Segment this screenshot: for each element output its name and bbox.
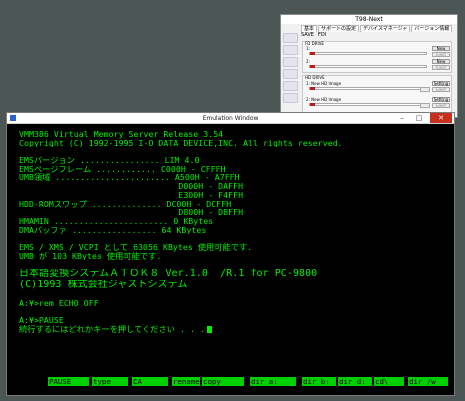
function-key-f3[interactable]: CA bbox=[132, 377, 168, 386]
terminal-line: HDD-ROMスワップ .............. DC00H - DCFFH bbox=[19, 199, 232, 209]
fd-1-new-button[interactable]: New bbox=[432, 46, 450, 51]
command-rem-line: A:¥>rem ECHO OFF bbox=[19, 298, 99, 308]
maximize-button[interactable]: □ bbox=[411, 113, 427, 123]
tab-basic[interactable]: 基本 bbox=[301, 25, 318, 32]
emulation-title: Emulation Window bbox=[202, 115, 259, 122]
tab-device-manager[interactable]: デバイスマネージャ bbox=[360, 25, 411, 32]
fd-drive-group: FD DRIVE 1: New Eject 2: New Eject bbox=[302, 41, 452, 73]
hd-2-setting-button[interactable]: Setting bbox=[432, 97, 450, 102]
hd-2-small-button[interactable] bbox=[420, 103, 430, 108]
terminal-line: UMB が 103 KBytes 使用可能です. bbox=[19, 251, 162, 261]
function-key-f5[interactable]: copy bbox=[202, 377, 244, 386]
terminal-line: Copyright (C) 1992-1995 I-O DATA DEVICE,… bbox=[19, 138, 343, 148]
sidebar-icon-3[interactable] bbox=[283, 57, 298, 67]
subtab-save[interactable]: SAVE bbox=[301, 32, 314, 38]
hd-1-path[interactable] bbox=[309, 87, 427, 90]
t98-title: T98-Next bbox=[281, 15, 457, 24]
fd-1-label: 1: bbox=[306, 46, 310, 51]
close-button[interactable]: ✕ bbox=[430, 113, 452, 123]
sidebar-icon-1[interactable] bbox=[283, 33, 298, 43]
hd-1-label: 1: New HD Image bbox=[306, 81, 342, 86]
fd-1-path[interactable] bbox=[309, 52, 427, 55]
terminal-line: EMSページフレーム ............ C000H - CFFFH bbox=[19, 164, 226, 174]
atok-banner-2: (C)1993 株式会社ジャストシステム bbox=[19, 279, 188, 290]
tab-version[interactable]: バージョン情報 bbox=[411, 25, 453, 32]
terminal-line: D000H - DAFFH bbox=[19, 182, 244, 191]
terminal-line: EMSバージョン ................ LIM 4.0 bbox=[19, 156, 200, 165]
function-key-f9[interactable]: cd\ bbox=[374, 377, 404, 386]
text-cursor bbox=[206, 325, 212, 333]
function-key-f2[interactable]: type bbox=[92, 377, 128, 386]
terminal-line: DMAバッファ ................. 64 KBytes bbox=[19, 225, 207, 235]
terminal-lines: VMM386 Virtual Memory Server Release 3.5… bbox=[19, 130, 449, 269]
t98-sidebar bbox=[283, 33, 300, 105]
fd-row-2: 2: New Eject bbox=[306, 59, 450, 70]
minimize-button[interactable]: – bbox=[394, 113, 410, 123]
hd-2-path[interactable] bbox=[309, 103, 427, 106]
t98-next-window: T98-Next 基本 サポートの設定 デバイスマネージャ バージョン情報 SA… bbox=[280, 14, 458, 118]
hd-1-eject-button[interactable]: Eject bbox=[432, 87, 450, 92]
fd-2-eject-button[interactable]: Eject bbox=[432, 65, 450, 70]
hd-2-label: 2: New HD Image bbox=[306, 97, 342, 102]
atok-banner-1: 日本語変換システムＡＴＯＫ８ Ver.1.0 /R.1 for PC-9800 bbox=[19, 269, 318, 279]
terminal-line: UMB領域 ....................... A500H - A7… bbox=[19, 173, 240, 183]
hd-row-1: 1: New HD Image Setting Eject bbox=[306, 81, 450, 92]
pause-prompt-text: 続行するにはどれかキーを押してください . . . bbox=[19, 324, 205, 334]
function-key-f6[interactable]: dir a: bbox=[250, 377, 296, 386]
terminal-line: HMAMIN ....................... 0 KBytes bbox=[19, 216, 214, 226]
fd-2-label: 2: bbox=[306, 59, 310, 64]
sidebar-icon-6[interactable] bbox=[283, 93, 298, 103]
fd-2-path[interactable] bbox=[309, 65, 427, 68]
hd-1-small-button[interactable] bbox=[420, 87, 430, 92]
emulation-titlebar[interactable]: Emulation Window – □ ✕ bbox=[7, 113, 454, 124]
tab-support[interactable]: サポートの設定 bbox=[318, 25, 360, 32]
sidebar-icon-5[interactable] bbox=[283, 81, 298, 91]
terminal-line: VMM386 Virtual Memory Server Release 3.5… bbox=[19, 130, 224, 139]
function-key-f8[interactable]: dir d: bbox=[338, 377, 372, 386]
t98-subtabs: SAVE FDI bbox=[301, 32, 330, 38]
hd-row-2: 2: New HD Image Setting Eject bbox=[306, 97, 450, 108]
subtab-fdi[interactable]: FDI bbox=[318, 32, 326, 38]
function-key-bar: PAUSE type CA rename copy dir a: dir b: dir d: c… bbox=[19, 377, 449, 386]
sidebar-icon-4[interactable] bbox=[283, 69, 298, 79]
hd-drive-group: HD DRIVE 1: New HD Image Setting Eject 2… bbox=[302, 75, 452, 115]
sidebar-icon-2[interactable] bbox=[283, 45, 298, 55]
hd-2-eject-button[interactable]: Eject bbox=[432, 103, 450, 108]
function-key-f10[interactable]: dir /w bbox=[408, 377, 448, 386]
command-pause-line: A:¥>PAUSE bbox=[19, 316, 64, 325]
emulation-window: Emulation Window – □ ✕ VMM386 Virtual Me… bbox=[6, 112, 455, 396]
terminal-line: D800H - DBFFH bbox=[19, 208, 244, 217]
pause-prompt-line: 続行するにはどれかキーを押してください . . . bbox=[19, 325, 449, 334]
fd-row-1: 1: New Eject bbox=[306, 46, 450, 57]
hd-drive-label: HD DRIVE bbox=[305, 75, 325, 80]
terminal-screen[interactable]: VMM386 Virtual Memory Server Release 3.5… bbox=[19, 130, 449, 333]
fd-2-new-button[interactable]: New bbox=[432, 59, 450, 64]
function-key-f1[interactable]: PAUSE bbox=[48, 377, 89, 386]
function-key-f4[interactable]: rename bbox=[172, 377, 200, 386]
t98-tabbar: 基本 サポートの設定 デバイスマネージャ バージョン情報 bbox=[301, 25, 453, 32]
terminal-line: E300H - F4FFH bbox=[19, 190, 244, 200]
fd-1-eject-button[interactable]: Eject bbox=[432, 52, 450, 57]
terminal-line: EMS / XMS / VCPI として 63056 KBytes 使用可能です… bbox=[19, 242, 253, 252]
hd-1-setting-button[interactable]: Setting bbox=[432, 81, 450, 86]
function-key-f7[interactable]: dir b: bbox=[302, 377, 336, 386]
